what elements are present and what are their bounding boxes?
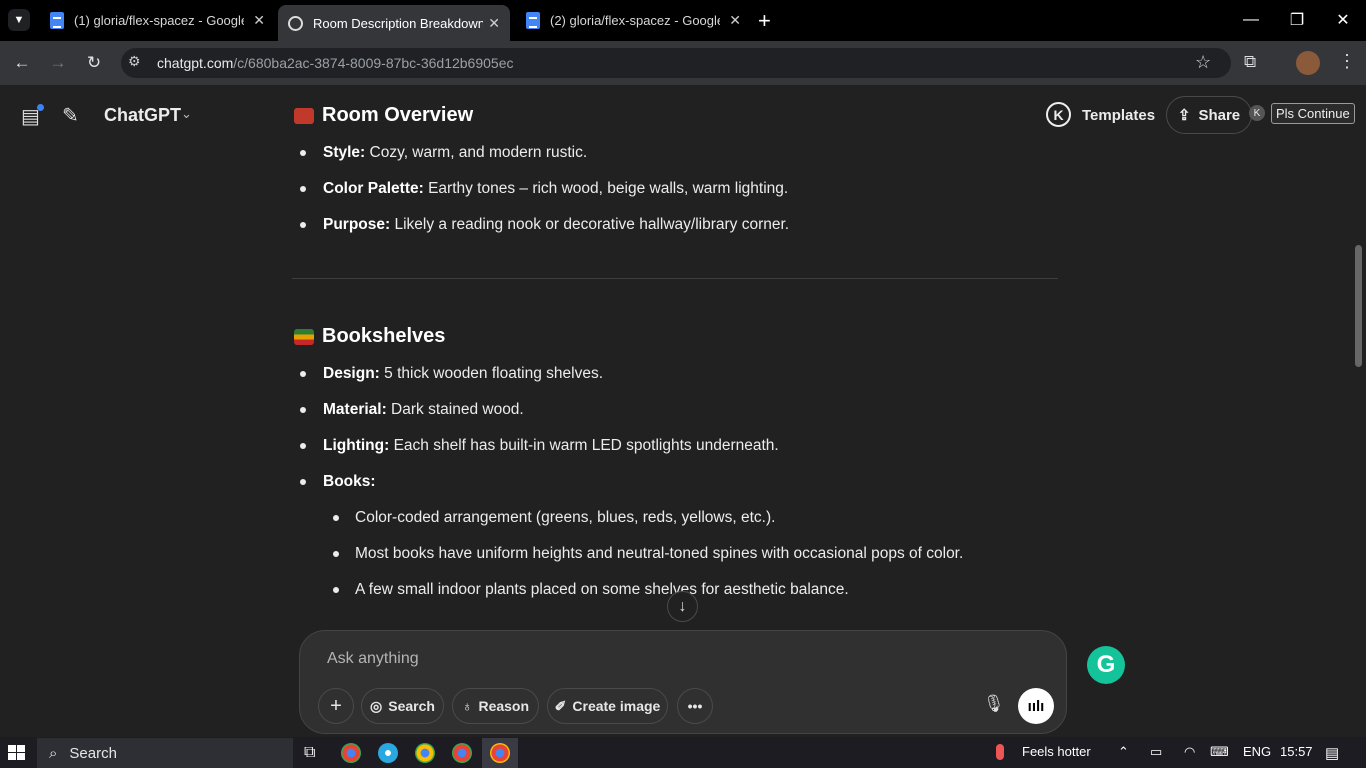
list-item: Style: Cozy, warm, and modern rustic. [323,144,588,161]
app-icon[interactable] [378,743,398,763]
list-item: Purpose: Likely a reading nook or decora… [323,216,790,233]
chatgpt-icon [288,15,303,31]
wifi-icon[interactable]: ◠ [1184,744,1195,760]
section-heading-room-overview: Room Overview [294,104,473,127]
templates-button[interactable]: Templates [1082,107,1155,124]
battery-icon[interactable]: ▭ [1150,744,1162,760]
tab-search-button[interactable]: ▼ [8,9,30,31]
sub-list-item: A few small indoor plants placed on some… [355,581,849,598]
bullet [300,479,306,485]
chevron-down-icon[interactable]: ⌄ [181,106,192,122]
templates-badge[interactable]: K [1046,102,1071,127]
tab-title: (2) gloria/flex-spacez - Google D [550,13,720,28]
list-item: Lighting: Each shelf has built-in warm L… [323,437,779,454]
extensions-icon[interactable]: ⧉ [1244,52,1256,72]
chrome-icon[interactable] [415,743,435,763]
model-selector[interactable]: ChatGPT [104,105,181,126]
windows-start-icon[interactable] [8,745,26,761]
tab-google-docs-2[interactable]: (2) gloria/flex-spacez - Google D ✕ [516,6,751,35]
new-chat-icon[interactable]: ✎ [62,103,79,128]
notifications-icon[interactable]: ▤ [1325,744,1339,762]
share-button[interactable]: ⇪ Share [1166,96,1252,134]
couch-icon [294,107,314,124]
chrome-icon[interactable] [452,743,472,763]
forward-button[interactable]: → [45,50,71,76]
sub-bullet [333,551,339,557]
page-scrollbar[interactable] [1355,245,1362,367]
scroll-to-bottom-button[interactable]: ↓ [667,591,698,622]
google-docs-icon [50,12,64,29]
close-window-button[interactable]: ✕ [1320,0,1366,40]
tab-title: (1) gloria/flex-spacez - Google D [74,13,244,28]
back-button[interactable]: ← [9,50,35,76]
chevron-up-icon[interactable]: ⌃ [1118,744,1129,760]
search-icon: ⌕ [49,744,58,762]
google-docs-icon [526,12,540,29]
weather-text[interactable]: Feels hotter [1022,744,1091,759]
share-icon: ⇪ [1177,107,1191,124]
grammarly-icon[interactable]: G [1087,646,1125,684]
close-icon[interactable]: ✕ [488,15,500,32]
globe-icon: ◎ [370,697,383,714]
voice-mode-button[interactable]: ıılı [1018,688,1054,724]
tab-title: Room Description Breakdown [313,15,483,31]
tab-google-docs-1[interactable]: (1) gloria/flex-spacez - Google D ✕ [40,6,275,35]
list-item: Color Palette: Earthy tones – rich wood,… [323,180,789,197]
reason-button[interactable]: ♁ Reason [452,688,539,724]
attach-button[interactable]: + [318,688,354,724]
restore-button[interactable]: ❐ [1274,0,1320,40]
sub-bullet [333,515,339,521]
bullet [300,150,306,156]
bullet [300,407,306,413]
list-item: Books: [323,473,376,490]
close-icon[interactable]: ✕ [253,12,265,29]
language-indicator[interactable]: ENG [1243,744,1271,759]
notification-dot [37,104,44,111]
bullet [300,443,306,449]
image-brush-icon: ✐ [554,697,567,714]
browser-menu-icon[interactable]: ⋮ [1338,51,1356,72]
more-tools-button[interactable]: ••• [677,688,713,724]
waveform-icon: ıılı [1027,697,1045,715]
bookmark-star-icon[interactable]: ☆ [1195,52,1211,73]
sub-bullet [333,587,339,593]
pls-continue-button[interactable]: Pls Continue [1271,103,1355,124]
minimize-button[interactable]: — [1228,0,1274,40]
close-icon[interactable]: ✕ [729,12,741,29]
thermometer-icon [996,744,1004,760]
list-item: Material: Dark stained wood. [323,401,524,418]
bullet [300,222,306,228]
task-view-icon[interactable]: ⧉ [304,744,315,762]
more-icon: ••• [687,698,703,714]
bullet [300,371,306,377]
keyboard-icon[interactable]: ⌨ [1210,744,1229,760]
chrome-icon[interactable] [490,743,510,763]
tab-room-description[interactable]: Room Description Breakdown ✕ [278,5,510,41]
arrow-down-icon: ↓ [678,597,687,615]
create-image-button[interactable]: ✐ Create image [547,688,668,724]
plus-icon: + [330,694,342,717]
section-divider [292,278,1058,279]
new-tab-button[interactable]: + [758,8,771,34]
share-label: Share [1198,106,1241,124]
chrome-icon[interactable] [341,743,361,763]
taskbar-search[interactable]: ⌕ Search [37,738,293,768]
search-button[interactable]: ◎ Search [361,688,444,724]
bullet [300,186,306,192]
clock[interactable]: 15:57 [1280,744,1313,759]
profile-avatar[interactable] [1296,51,1320,75]
section-heading-bookshelves: Bookshelves [294,325,445,348]
microphone-icon[interactable]: 🎙 [983,694,1005,714]
lightbulb-icon: ♁ [461,698,473,714]
books-icon [294,328,314,345]
sub-list-item: Most books have uniform heights and neut… [355,545,964,562]
extension-badge: K [1249,105,1265,121]
list-item: Design: 5 thick wooden floating shelves. [323,365,604,382]
url-text: chatgpt.com/c/680ba2ac-3874-8009-87bc-36… [157,55,514,71]
prompt-input[interactable]: Ask anything [327,650,419,668]
sub-list-item: Color-coded arrangement (greens, blues, … [355,509,776,526]
site-info-icon[interactable]: ⚙ [128,53,141,70]
reload-button[interactable]: ↻ [81,50,107,76]
